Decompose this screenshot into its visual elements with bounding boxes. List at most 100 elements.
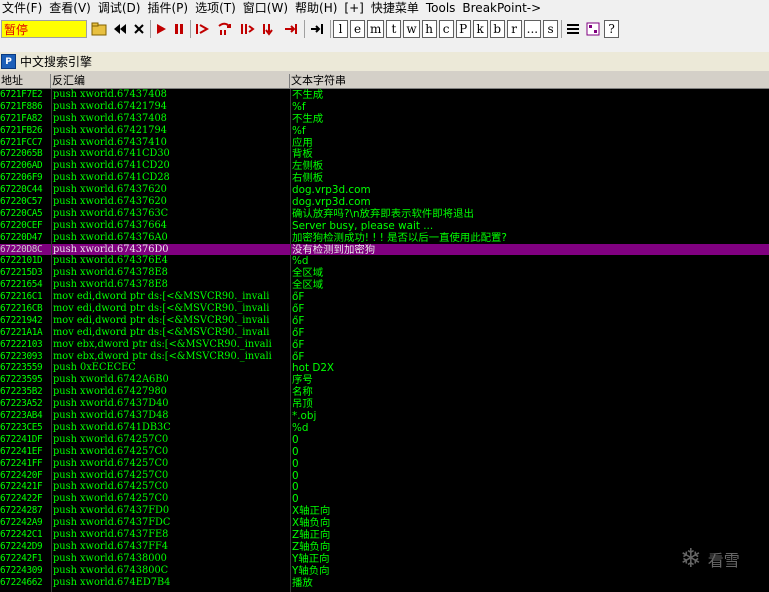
table-row[interactable]: 672215D3 push xworld.674378E8 全区域 (0, 267, 769, 279)
table-row[interactable]: 67223A52 push xworld.67437D40 吊顶 (0, 398, 769, 410)
table-row[interactable]: 6721FCC7 push xworld.67437410 应用 (0, 137, 769, 149)
menu-shortcut[interactable]: 快捷菜单 (369, 0, 424, 17)
table-row[interactable]: 67223093 mov ebx,dword ptr ds:[<&MSVCR90.… (0, 351, 769, 363)
table-row[interactable]: 67224287 push xworld.67437FD0 X轴正向 (0, 505, 769, 517)
menu-debug[interactable]: 调试(D) (96, 0, 146, 17)
cell-address: 67220C44 (0, 184, 43, 196)
table-row[interactable]: 672241DF push xworld.674257C0 0 (0, 434, 769, 446)
table-row[interactable]: 6722101D push xworld.674376E4 %d (0, 255, 769, 267)
table-row[interactable]: 67223CE5 push xworld.6741DB3C %d (0, 422, 769, 434)
memory-map-button[interactable]: m (367, 20, 385, 38)
goto-icon[interactable] (307, 20, 327, 38)
table-row[interactable]: 67220D47 push xworld.674376A0 加密狗检测成功! ! !… (0, 232, 769, 244)
handles-button[interactable]: h (421, 20, 437, 38)
menu-help[interactable]: 帮助(H) (293, 0, 342, 17)
help-button[interactable]: ? (604, 20, 620, 38)
table-row[interactable]: 6721FA82 push xworld.67437408 不生成 (0, 113, 769, 125)
menu-file[interactable]: 文件(F) (0, 0, 47, 17)
cell-disassembly: mov edi,dword ptr ds:[<&MSVCR90._invali (53, 314, 270, 326)
table-row[interactable]: 67220C57 push xworld.67437620 dog.vrp3d.co… (0, 196, 769, 208)
breakpoints-button[interactable]: b (489, 20, 505, 38)
table-row[interactable]: 672235B2 push xworld.67427980 名称 (0, 386, 769, 398)
run-trace-button[interactable]: ... (523, 20, 542, 38)
references-button[interactable]: r (506, 20, 522, 38)
threads-button[interactable]: t (386, 20, 402, 38)
menu-plus[interactable]: [+] (342, 0, 368, 17)
column-header-text[interactable]: 文本字符串 (290, 74, 769, 88)
menu-view[interactable]: 查看(V) (47, 0, 96, 17)
table-row[interactable]: 67221A1A mov edi,dword ptr ds:[<&MSVCR90.… (0, 327, 769, 339)
cell-address: 672242A9 (0, 517, 43, 529)
cell-text: 不生成 (292, 89, 324, 101)
table-row[interactable]: 672242D9 push xworld.67437FF4 Z轴负向 (0, 541, 769, 553)
cell-text: 0 (292, 493, 299, 506)
table-row[interactable]: 67220CEF push xworld.67437664 Server busy,… (0, 220, 769, 232)
table-row[interactable]: 672242F1 push xworld.67438000 Y轴正向 (0, 553, 769, 565)
cell-address: 6721F886 (0, 100, 43, 112)
cell-address: 6722422F (0, 493, 43, 505)
cell-disassembly: push xworld.674376D0 (53, 243, 169, 255)
table-row[interactable]: 672242A9 push xworld.67437FDC X轴负向 (0, 517, 769, 529)
executable-modules-button[interactable]: e (350, 20, 365, 38)
trace-into-icon[interactable] (237, 20, 257, 38)
table-row[interactable]: 6722421F push xworld.674257C0 0 (0, 481, 769, 493)
execute-till-return-icon[interactable] (281, 20, 301, 38)
table-row[interactable]: 67220CA5 push xworld.6743763C 确认放弃吗?\n放弃即表… (0, 208, 769, 220)
menu-breakpoint[interactable]: BreakPoint-> (460, 0, 546, 17)
menu-tools[interactable]: Tools (424, 0, 461, 17)
table-row[interactable]: 67223559 push 0xECECEC hot D2X (0, 362, 769, 374)
call-stack-button[interactable]: k (472, 20, 488, 38)
table-row[interactable]: 67220D8C push xworld.674376D0 没有检测到加密狗 (0, 243, 769, 256)
list-icon[interactable] (564, 20, 582, 38)
log-window-button[interactable]: l (333, 20, 348, 38)
table-row[interactable]: 6722065B push xworld.6741CD30 背板 (0, 148, 769, 160)
table-row[interactable]: 6722420F push xworld.674257C0 0 (0, 470, 769, 482)
table-row[interactable]: 672216CB mov edi,dword ptr ds:[<&MSVCR90.… (0, 303, 769, 315)
source-button[interactable]: s (543, 20, 559, 38)
run-icon[interactable] (153, 20, 169, 38)
table-row[interactable]: 672242C1 push xworld.67437FE8 Z轴正向 (0, 529, 769, 541)
column-divider (51, 89, 52, 592)
menu-window[interactable]: 窗口(W) (241, 0, 293, 17)
table-row[interactable]: 6721FB26 push xworld.67421794 %f (0, 125, 769, 137)
open-icon[interactable] (89, 20, 109, 38)
cell-text: 加密狗检测成功! ! ! 是否以后一直使用此配置? (292, 231, 507, 244)
menu-options[interactable]: 选项(T) (193, 0, 241, 17)
cell-address: 67224287 (0, 505, 43, 517)
menu-plugins[interactable]: 插件(P) (145, 0, 193, 17)
table-row[interactable]: 67223AB4 push xworld.67437D48 *.obj (0, 410, 769, 422)
table-row[interactable]: 67221942 mov edi,dword ptr ds:[<&MSVCR90.… (0, 315, 769, 327)
patches-button[interactable]: P (455, 20, 471, 38)
close-icon[interactable] (131, 20, 147, 38)
table-row[interactable]: 67221654 push xworld.674378E8 全区域 (0, 279, 769, 291)
windows-button[interactable]: w (403, 20, 420, 38)
cell-address: 67223A52 (0, 398, 43, 410)
cell-address: 6722065B (0, 148, 43, 160)
column-header-address[interactable]: 地址 (0, 74, 51, 88)
table-row[interactable]: 672216C1 mov edi,dword ptr ds:[<&MSVCR90.… (0, 291, 769, 303)
table-row[interactable]: 672206AD push xworld.6741CD20 左侧板 (0, 160, 769, 172)
table-row[interactable]: 67223595 push xworld.6742A6B0 序号 (0, 374, 769, 386)
cell-disassembly: push xworld.674376A0 (53, 231, 168, 243)
pause-icon[interactable] (171, 20, 187, 38)
table-row[interactable]: 67220C44 push xworld.67437620 dog.vrp3d.co… (0, 184, 769, 196)
table-row[interactable]: 672241EF push xworld.674257C0 0 (0, 446, 769, 458)
table-row[interactable]: 6721F886 push xworld.67421794 %f (0, 101, 769, 113)
cell-address: 67220CEF (0, 219, 43, 231)
table-row[interactable]: 67224662 push xworld.674ED7B4 播放 (0, 577, 769, 589)
table-row[interactable]: 672206F9 push xworld.6741CD28 右侧板 (0, 172, 769, 184)
table-row[interactable]: 67222103 mov ebx,dword ptr ds:[<&MSVCR90.… (0, 339, 769, 351)
table-row[interactable]: 6721F7E2 push xworld.67437408 不生成 (0, 89, 769, 101)
column-header-disassembly[interactable]: 反汇编 (51, 74, 290, 88)
table-row[interactable]: 6722422F push xworld.674257C0 0 (0, 493, 769, 505)
table-row[interactable]: 672241FF push xworld.674257C0 0 (0, 458, 769, 470)
rewind-icon[interactable] (111, 20, 129, 38)
cell-disassembly: push xworld.674378E8 (53, 279, 168, 291)
table-row[interactable]: 67224309 push xworld.6743800C Y轴负向 (0, 565, 769, 577)
grid-icon[interactable] (584, 20, 602, 38)
cell-text: őF (292, 303, 305, 316)
step-over-icon[interactable] (215, 20, 235, 38)
trace-over-icon[interactable] (259, 20, 279, 38)
step-into-icon[interactable] (193, 20, 213, 38)
cpu-button[interactable]: c (438, 20, 454, 38)
